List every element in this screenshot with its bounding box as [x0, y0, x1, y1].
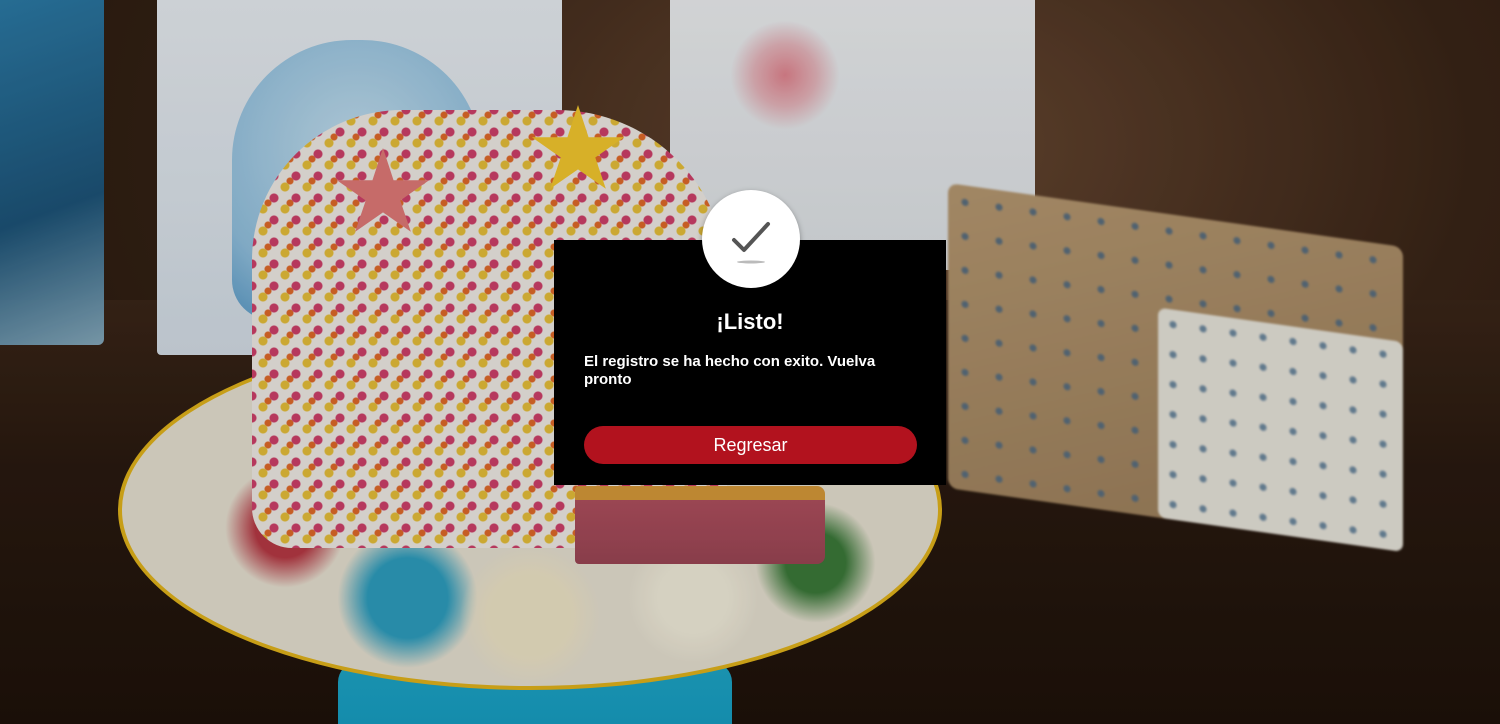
dialog-message: El registro se ha hecho con exito. Vuelv…	[584, 353, 876, 388]
checkmark-icon	[732, 222, 770, 264]
dialog-title: ¡Listo!	[716, 309, 784, 334]
back-button[interactable]: Regresar	[584, 426, 917, 464]
success-dialog: ¡Listo! El registro se ha hecho con exit…	[554, 190, 946, 485]
checkmark-badge	[702, 190, 800, 288]
